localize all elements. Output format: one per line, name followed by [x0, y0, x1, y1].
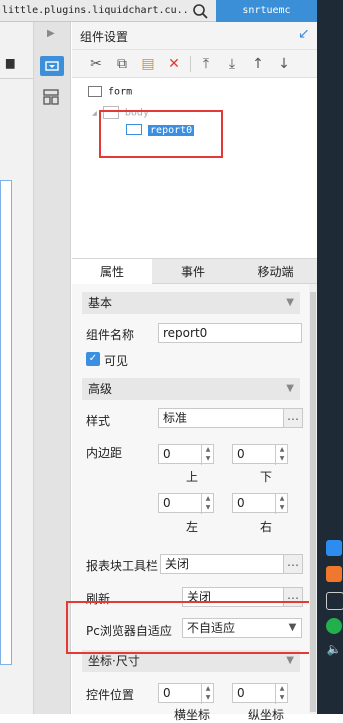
- tree-node-body-label: body: [124, 107, 149, 119]
- collapse-icon[interactable]: ↙: [298, 26, 310, 42]
- tree-node-report[interactable]: report0: [126, 124, 195, 136]
- expand-arrow-icon[interactable]: ▶: [47, 28, 55, 39]
- section-coords[interactable]: 坐标·尺寸 ▼: [82, 650, 300, 672]
- copy-icon[interactable]: ⧉: [112, 54, 132, 74]
- pos-x-spinner[interactable]: ▲ ▼: [201, 684, 214, 704]
- form-node-icon: [88, 86, 102, 97]
- report-node-icon: [126, 124, 142, 135]
- pc-adapt-label: Pc浏览器自适应: [86, 624, 172, 638]
- tab-properties[interactable]: 属性: [72, 259, 152, 285]
- padding-bottom-spinner[interactable]: ▲ ▼: [275, 445, 288, 465]
- x-caption: 横坐标: [174, 708, 211, 722]
- body-node-icon: [102, 106, 119, 119]
- style-more-button[interactable]: …: [283, 408, 303, 428]
- background-canvas-edge: [0, 180, 12, 665]
- component-name-field[interactable]: report0: [158, 323, 302, 343]
- component-name-label: 组件名称: [86, 328, 135, 342]
- visible-checkbox[interactable]: ✓: [86, 352, 100, 366]
- style-label: 样式: [86, 414, 111, 428]
- side-icon-column: ▶: [34, 22, 71, 714]
- refresh-field[interactable]: 关闭: [182, 587, 284, 607]
- move-top-icon[interactable]: ⤒: [196, 54, 216, 74]
- wechat-icon[interactable]: [326, 618, 342, 634]
- component-settings-icon[interactable]: [40, 56, 64, 76]
- browser-tab[interactable]: snrtuemc: [216, 0, 317, 22]
- padding-left-caption: 左: [186, 520, 199, 534]
- tree-expand-icon[interactable]: ◢: [92, 109, 97, 118]
- style-field[interactable]: 标准: [158, 408, 284, 428]
- volume-icon[interactable]: 🔈: [326, 642, 342, 658]
- visible-label: 可见: [104, 354, 129, 368]
- section-basic[interactable]: 基本 ▼: [82, 292, 300, 314]
- bg-tool-icon[interactable]: ▆: [6, 56, 14, 69]
- properties-panel: 基本 ▼ 组件名称 report0 ✓ 可见 高级 ▼ 样式 标准 … 内边距 0 …: [72, 284, 317, 722]
- url-text[interactable]: little.plugins.liquidchart.cu...: [0, 0, 188, 22]
- padding-left-spinner[interactable]: ▲ ▼: [201, 494, 214, 514]
- refresh-label: 刷新: [86, 592, 111, 606]
- delete-icon[interactable]: ✕: [164, 54, 184, 74]
- window-icon[interactable]: [326, 592, 343, 610]
- tree-node-form[interactable]: form: [88, 86, 132, 98]
- tab-events[interactable]: 事件: [152, 259, 234, 285]
- search-icon[interactable]: [190, 2, 212, 20]
- pos-y-spinner[interactable]: ▲ ▼: [275, 684, 288, 704]
- refresh-more-button[interactable]: …: [283, 587, 303, 607]
- section-advanced[interactable]: 高级 ▼: [82, 378, 300, 400]
- position-label: 控件位置: [86, 688, 135, 702]
- tab-mobile[interactable]: 移动端: [234, 259, 317, 285]
- component-tree: form ◢ body report0: [72, 78, 317, 258]
- property-tabs: 属性 事件 移动端: [72, 258, 317, 285]
- app-icon[interactable]: [326, 540, 342, 556]
- move-bottom-icon[interactable]: ⤓: [222, 54, 242, 74]
- padding-top-spinner[interactable]: ▲ ▼: [201, 445, 214, 465]
- y-caption: 纵坐标: [248, 708, 285, 722]
- move-up-icon[interactable]: ↑: [248, 54, 268, 74]
- padding-label: 内边距: [86, 446, 123, 460]
- tree-node-body[interactable]: ◢ body: [92, 106, 149, 119]
- padding-bottom-caption: 下: [260, 470, 273, 484]
- layout-icon[interactable]: [42, 88, 60, 106]
- move-down-icon[interactable]: ↓: [274, 54, 294, 74]
- padding-top-caption: 上: [186, 470, 199, 484]
- paste-icon[interactable]: ▤: [138, 54, 158, 74]
- tree-node-form-label: form: [108, 86, 133, 98]
- report-toolbar-label: 报表块工具栏: [86, 559, 159, 573]
- padding-right-spinner[interactable]: ▲ ▼: [275, 494, 288, 514]
- toolbar: ✂ ⧉ ▤ ✕ ⤒ ⤓ ↑ ↓: [72, 50, 317, 78]
- tree-node-report-label: report0: [148, 124, 195, 136]
- app-icon[interactable]: [326, 566, 342, 582]
- report-toolbar-more-button[interactable]: …: [283, 554, 303, 574]
- padding-right-caption: 右: [260, 520, 273, 534]
- cut-icon[interactable]: ✂: [86, 54, 106, 74]
- panel-title: 组件设置: [80, 30, 129, 44]
- scrollbar-thumb[interactable]: [310, 292, 316, 712]
- report-toolbar-field[interactable]: 关闭: [160, 554, 284, 574]
- chevron-down-icon[interactable]: ▼: [284, 619, 301, 637]
